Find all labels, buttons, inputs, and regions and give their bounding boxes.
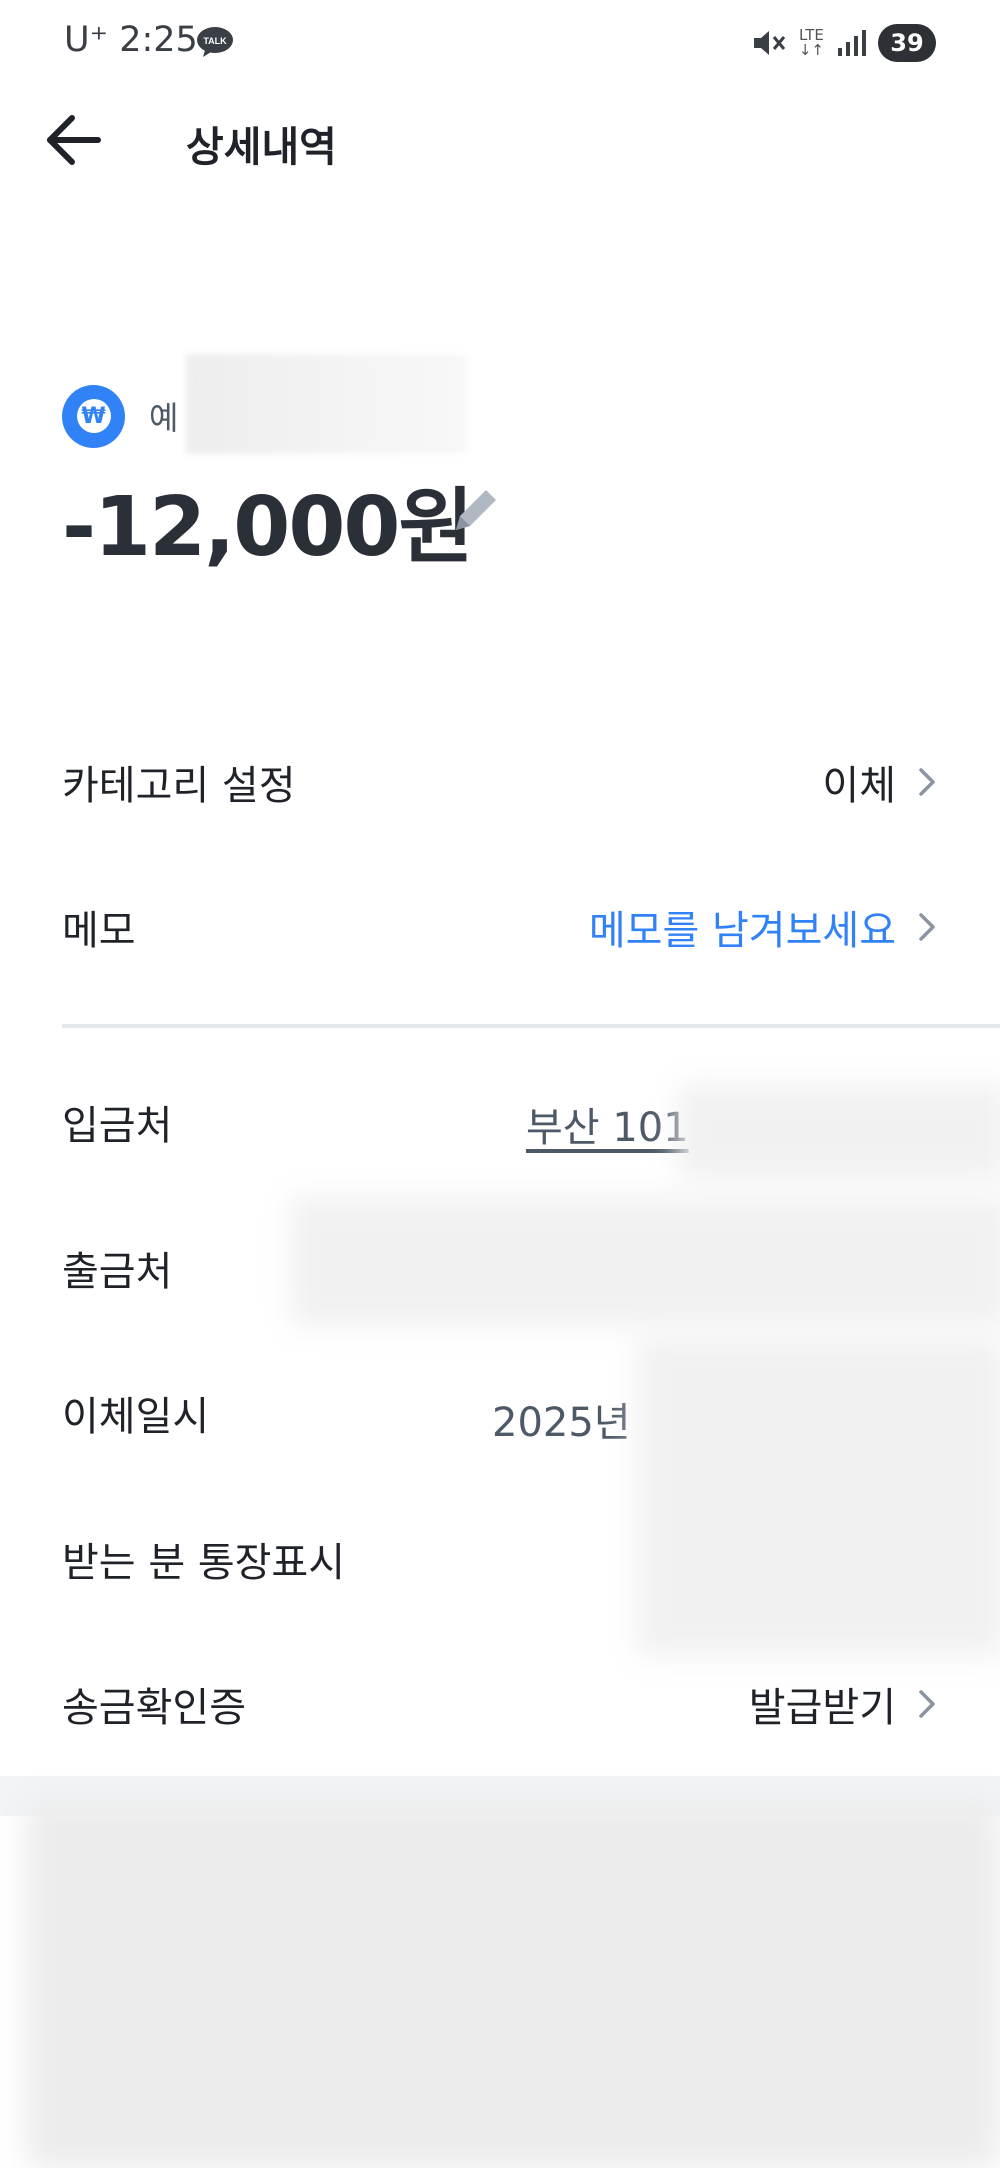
account-name: 예 <box>149 399 179 437</box>
won-icon: ₩ <box>62 384 125 448</box>
memo-row[interactable]: 메모 메모를 남겨보세요 <box>62 872 938 982</box>
category-label: 카테고리 설정 <box>62 763 296 809</box>
memo-placeholder: 메모를 남겨보세요 <box>588 908 896 954</box>
chevron-right-icon <box>919 768 935 796</box>
withdraw-label: 출금처 <box>62 1249 173 1295</box>
category-row[interactable]: 카테고리 설정 이체 <box>62 727 938 837</box>
redacted-withdraw-account <box>290 1196 1000 1326</box>
deposit-label: 입금처 <box>62 1103 173 1149</box>
back-arrow-icon[interactable] <box>44 110 104 170</box>
page-title: 상세내역 <box>186 123 337 171</box>
talk-icon: TALK <box>197 27 233 57</box>
certificate-issue-button[interactable]: 발급받기 <box>749 1675 896 1733</box>
redacted-deposit-account <box>678 1084 1000 1180</box>
signal-icon <box>838 30 866 56</box>
pencil-icon[interactable] <box>446 480 506 540</box>
app-bar: 상세내역 <box>0 95 1000 185</box>
recipient-display-label: 받는 분 통장표시 <box>62 1540 346 1586</box>
redacted-bottom-section <box>26 1800 1000 2168</box>
account-row: ₩ 예 <box>62 384 178 448</box>
deposit-account[interactable]: 부산 101 <box>526 1095 689 1153</box>
mute-icon <box>753 31 786 55</box>
redacted-account-name <box>186 354 468 454</box>
transaction-amount: -12,000원 <box>62 480 474 575</box>
battery-indicator: 39 <box>878 24 936 62</box>
datetime-label: 이체일시 <box>62 1394 210 1440</box>
status-bar: U⁺ 2:25 TALK LTE ↓↑ 39 <box>0 0 1000 90</box>
certificate-label: 송금확인증 <box>62 1685 246 1731</box>
chevron-right-icon <box>919 1690 935 1718</box>
certificate-row[interactable]: 송금확인증 발급받기 <box>62 1649 938 1759</box>
memo-label: 메모 <box>62 908 136 954</box>
section-divider <box>62 1024 1000 1028</box>
chevron-right-icon <box>919 913 935 941</box>
datetime-value: 2025년 <box>492 1400 631 1446</box>
carrier-time: U⁺ 2:25 <box>64 20 198 60</box>
svg-text:TALK: TALK <box>203 36 227 46</box>
recipient-display-row: 받는 분 통장표시 <box>62 1504 938 1614</box>
category-value: 이체 <box>822 763 896 809</box>
lte-indicator: LTE ↓↑ <box>798 26 824 59</box>
status-icons: LTE ↓↑ 39 <box>751 22 936 64</box>
